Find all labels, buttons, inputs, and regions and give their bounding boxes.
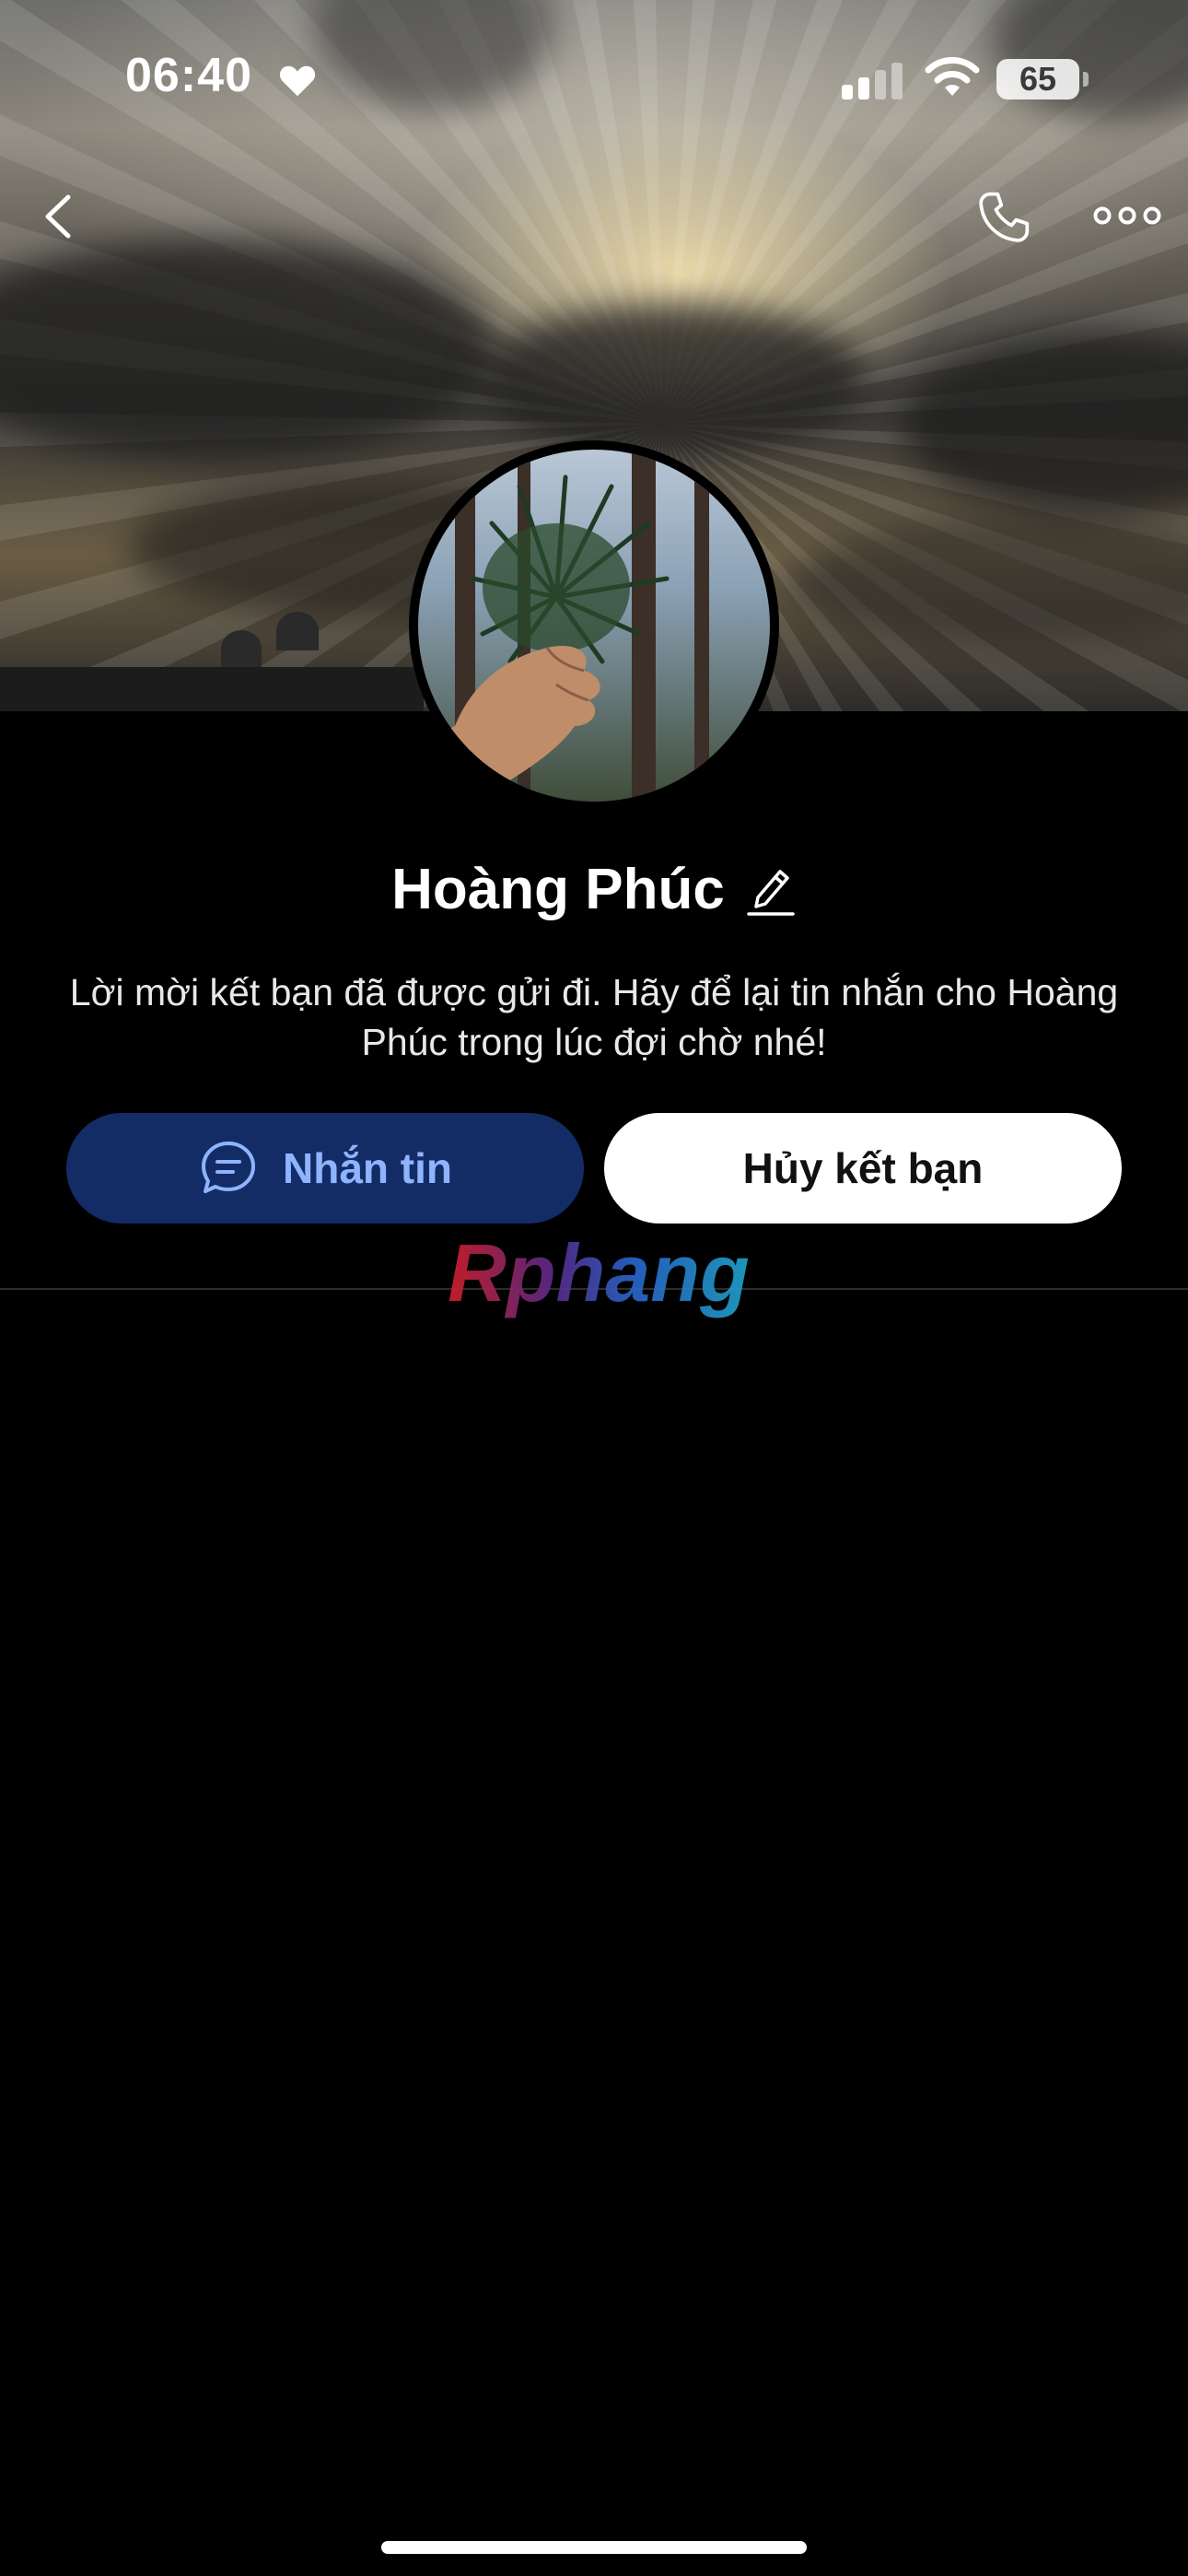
battery-tip <box>1083 72 1089 87</box>
watermark-text: Rphang <box>448 1235 750 1318</box>
edit-pencil-icon[interactable] <box>745 861 797 919</box>
message-button[interactable]: Nhắn tin <box>66 1113 584 1224</box>
back-chevron-icon[interactable] <box>35 184 81 249</box>
rooftop-silhouette <box>0 612 424 711</box>
avatar[interactable] <box>409 440 779 811</box>
battery-icon: 65 <box>996 59 1079 100</box>
avatar-photo <box>418 450 770 802</box>
message-button-label: Nhắn tin <box>283 1144 452 1192</box>
name-row: Hoàng Phúc <box>0 857 1188 922</box>
cloud <box>479 304 866 451</box>
heart-icon <box>279 65 316 97</box>
friend-request-message: Lời mời kết bạn đã được gửi đi. Hãy để l… <box>69 971 1119 1063</box>
status-time: 06:40 <box>125 49 252 102</box>
phone-icon[interactable] <box>974 188 1033 247</box>
pine-branch-in-hand <box>418 474 670 802</box>
more-horizontal-icon[interactable] <box>1092 201 1162 230</box>
watermark-logo: Rphang <box>448 1235 750 1318</box>
profile-name: Hoàng Phúc <box>391 858 725 921</box>
chat-bubble-icon <box>202 1142 255 1193</box>
status-bar: 06:40 65 <box>0 0 1188 157</box>
signal-icon <box>842 63 903 100</box>
wifi-icon <box>925 56 980 96</box>
home-indicator[interactable] <box>381 2541 807 2554</box>
cancel-friend-request-button[interactable]: Hủy kết bạn <box>604 1113 1122 1224</box>
cancel-friend-request-label: Hủy kết bạn <box>742 1144 984 1192</box>
